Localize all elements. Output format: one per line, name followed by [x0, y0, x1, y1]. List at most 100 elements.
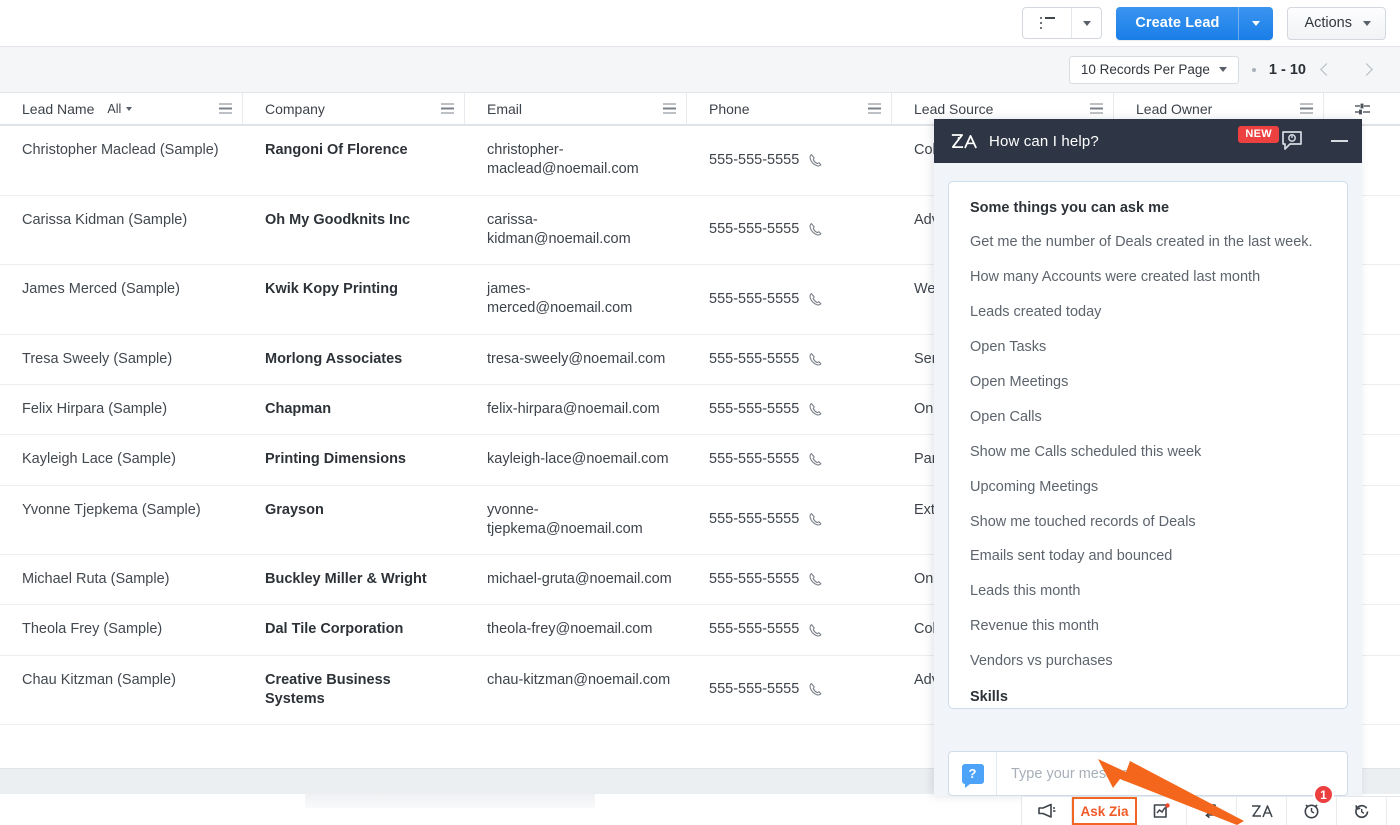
- cell-text: Felix Hirpara (Sample): [22, 400, 168, 417]
- column-header-company[interactable]: Company: [243, 93, 465, 124]
- cell-phone: 555-555-5555: [687, 435, 892, 484]
- history-icon: [1354, 804, 1368, 818]
- cell-company: Kwik Kopy Printing: [243, 265, 465, 334]
- help-button[interactable]: ?: [949, 752, 997, 795]
- create-lead-button-group[interactable]: Create Lead: [1116, 6, 1274, 40]
- column-header-phone[interactable]: Phone: [687, 93, 892, 124]
- suggestion-item[interactable]: Vendors vs purchases: [970, 653, 1347, 670]
- suggestion-item[interactable]: Open Calls: [970, 409, 1347, 426]
- cell-text: On: [914, 400, 934, 417]
- phone-call-icon[interactable]: [808, 512, 823, 527]
- cell-email: christopher-maclead@noemail.com: [465, 126, 687, 195]
- cell-text: Morlong Associates: [265, 350, 403, 367]
- cell-text: 555-555-5555: [709, 350, 800, 367]
- suggestion-item[interactable]: Emails sent today and bounced: [970, 548, 1347, 565]
- top-action-bar: Create Lead Actions: [0, 0, 1400, 47]
- cell-text: yvonne-tjepkema@noemail.com: [487, 501, 643, 537]
- view-mode-button[interactable]: [1022, 7, 1103, 39]
- suggestion-item[interactable]: Open Tasks: [970, 339, 1347, 356]
- zia-panel-title: How can I help?: [989, 132, 1099, 150]
- cell-name: Christopher Maclead (Sample): [0, 126, 243, 195]
- phone-call-icon[interactable]: [808, 222, 823, 237]
- chevron-down-icon: [126, 106, 133, 111]
- actions-button[interactable]: Actions: [1287, 6, 1386, 40]
- bottom-panel-shadow: [305, 794, 595, 808]
- utility-item-reminders[interactable]: 1: [1287, 784, 1337, 825]
- utility-item-history[interactable]: [1337, 797, 1387, 825]
- minimize-icon[interactable]: [1331, 140, 1348, 142]
- suggestion-item[interactable]: Upcoming Meetings: [970, 479, 1347, 496]
- hamburger-menu-icon[interactable]: [1300, 103, 1313, 114]
- prev-page-button[interactable]: [1306, 63, 1346, 76]
- cell-text: Oh My Goodknits Inc: [265, 211, 411, 228]
- chevron-down-icon: [1082, 20, 1091, 26]
- suggestion-item[interactable]: Get me the number of Deals created in th…: [970, 234, 1347, 251]
- list-view-segment[interactable]: [1023, 8, 1071, 38]
- cell-text: theola-frey@noemail.com: [487, 621, 653, 638]
- cell-name: Yvonne Tjepkema (Sample): [0, 486, 243, 555]
- cell-name: Michael Ruta (Sample): [0, 555, 243, 604]
- pointer-arrow-icon: [1098, 759, 1244, 825]
- create-lead-button[interactable]: Create Lead: [1116, 15, 1238, 31]
- phone-call-icon[interactable]: [808, 352, 823, 367]
- suggestion-item[interactable]: How many Accounts were created last mont…: [970, 269, 1347, 286]
- cell-phone: 555-555-5555: [687, 385, 892, 434]
- suggestion-item[interactable]: Show me touched records of Deals: [970, 514, 1347, 531]
- cell-text: Ext: [914, 501, 935, 518]
- cell-text: 555-555-5555: [709, 151, 800, 168]
- suggestion-item[interactable]: Show me Calls scheduled this week: [970, 444, 1347, 461]
- suggestion-item[interactable]: Leads created today: [970, 304, 1347, 321]
- filter-value: All: [107, 101, 122, 116]
- list-view-icon: [1039, 16, 1055, 30]
- phone-call-icon[interactable]: [808, 402, 823, 417]
- column-label: Phone: [709, 100, 750, 117]
- zia-chat-panel: How can I help? NEW Some things you can …: [934, 119, 1362, 796]
- utility-item-megaphone[interactable]: [1022, 797, 1072, 825]
- cell-company: Creative Business Systems: [243, 656, 465, 725]
- cell-email: theola-frey@noemail.com: [465, 605, 687, 654]
- records-per-page-select[interactable]: 10 Records Per Page: [1068, 55, 1239, 84]
- column-header-email[interactable]: Email: [465, 93, 687, 124]
- cell-text: We: [914, 281, 936, 298]
- cell-text: Buckley Miller & Wright: [265, 571, 427, 588]
- chevron-left-icon: [1319, 63, 1333, 76]
- phone-call-icon[interactable]: [808, 682, 823, 697]
- hamburger-menu-icon[interactable]: [663, 103, 676, 114]
- phone-call-icon[interactable]: [808, 292, 823, 307]
- column-label: Lead Name: [22, 100, 95, 117]
- column-label: Lead Owner: [1136, 100, 1213, 117]
- hamburger-menu-icon[interactable]: [868, 103, 881, 114]
- cell-company: Oh My Goodknits Inc: [243, 196, 465, 265]
- hamburger-menu-icon[interactable]: [1090, 103, 1103, 114]
- cell-text: Kayleigh Lace (Sample): [22, 451, 176, 468]
- cell-text: Tresa Sweely (Sample): [22, 350, 173, 367]
- next-page-button[interactable]: [1346, 63, 1386, 76]
- cell-phone: 555-555-5555: [687, 335, 892, 384]
- lead-name-filter-dropdown[interactable]: All: [107, 101, 133, 116]
- cell-company: Printing Dimensions: [243, 435, 465, 484]
- cell-company: Buckley Miller & Wright: [243, 555, 465, 604]
- cell-phone: 555-555-5555: [687, 656, 892, 725]
- suggestion-item[interactable]: Revenue this month: [970, 618, 1347, 635]
- phone-call-icon[interactable]: [808, 623, 823, 638]
- utility-item-recycle-bin[interactable]: [1387, 797, 1400, 825]
- cell-text: Kwik Kopy Printing: [265, 281, 398, 298]
- create-lead-dropdown-button[interactable]: [1238, 6, 1273, 40]
- cell-name: Kayleigh Lace (Sample): [0, 435, 243, 484]
- cell-email: tresa-sweely@noemail.com: [465, 335, 687, 384]
- suggestion-item[interactable]: Open Meetings: [970, 374, 1347, 391]
- phone-call-icon[interactable]: [808, 572, 823, 587]
- cell-text: Printing Dimensions: [265, 451, 406, 468]
- phone-call-icon[interactable]: [808, 153, 823, 168]
- view-dropdown-segment[interactable]: [1071, 8, 1101, 38]
- column-header-lead-name[interactable]: Lead Name All: [0, 93, 243, 124]
- cell-text: 555-555-5555: [709, 290, 800, 307]
- phone-call-icon[interactable]: [808, 452, 823, 467]
- suggestion-item[interactable]: Leads this month: [970, 583, 1347, 600]
- cell-text: james-merced@noemail.com: [487, 281, 633, 317]
- hamburger-menu-icon[interactable]: [441, 103, 454, 114]
- cell-text: 555-555-5555: [709, 451, 800, 468]
- chat-history-icon[interactable]: [1280, 130, 1304, 152]
- cell-text: 555-555-5555: [709, 571, 800, 588]
- hamburger-menu-icon[interactable]: [219, 103, 232, 114]
